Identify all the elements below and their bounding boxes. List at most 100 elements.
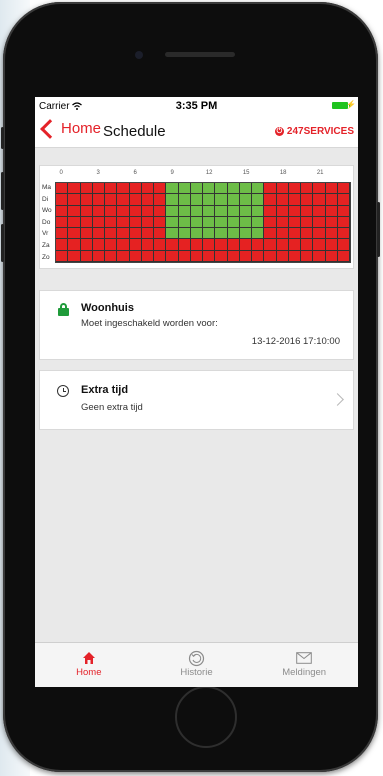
schedule-cell[interactable] bbox=[215, 250, 228, 262]
schedule-cell[interactable] bbox=[288, 183, 301, 195]
schedule-cell[interactable] bbox=[288, 216, 301, 229]
schedule-cell[interactable] bbox=[178, 228, 191, 240]
schedule-cell[interactable] bbox=[215, 205, 228, 217]
schedule-cell[interactable] bbox=[117, 194, 130, 206]
schedule-cell[interactable] bbox=[141, 228, 154, 240]
schedule-cell[interactable] bbox=[117, 216, 130, 229]
schedule-cell[interactable] bbox=[239, 194, 252, 206]
schedule-cell[interactable] bbox=[166, 228, 179, 240]
schedule-cell[interactable] bbox=[129, 250, 142, 262]
schedule-cell[interactable] bbox=[252, 205, 265, 217]
schedule-cell[interactable] bbox=[203, 216, 216, 229]
schedule-cell[interactable] bbox=[190, 183, 203, 195]
schedule-cell[interactable] bbox=[252, 183, 265, 195]
schedule-cell[interactable] bbox=[166, 216, 179, 229]
schedule-cell[interactable] bbox=[56, 239, 69, 251]
schedule-cell[interactable] bbox=[105, 228, 118, 240]
schedule-cell[interactable] bbox=[227, 250, 240, 262]
schedule-cell[interactable] bbox=[337, 205, 350, 217]
schedule-cell[interactable] bbox=[239, 239, 252, 251]
schedule-cell[interactable] bbox=[178, 216, 191, 229]
schedule-cell[interactable] bbox=[68, 183, 81, 195]
schedule-cell[interactable] bbox=[276, 216, 289, 229]
schedule-cell[interactable] bbox=[313, 194, 326, 206]
schedule-cell[interactable] bbox=[56, 183, 69, 195]
schedule-cell[interactable] bbox=[301, 194, 314, 206]
schedule-cell[interactable] bbox=[264, 194, 277, 206]
schedule-cell[interactable] bbox=[68, 216, 81, 229]
schedule-cell[interactable] bbox=[154, 205, 167, 217]
schedule-cell[interactable] bbox=[227, 239, 240, 251]
schedule-cell[interactable] bbox=[301, 205, 314, 217]
schedule-cell[interactable] bbox=[105, 216, 118, 229]
schedule-cell[interactable] bbox=[325, 205, 338, 217]
schedule-cell[interactable] bbox=[117, 183, 130, 195]
schedule-cell[interactable] bbox=[301, 228, 314, 240]
schedule-cell[interactable] bbox=[264, 228, 277, 240]
schedule-cell[interactable] bbox=[239, 216, 252, 229]
schedule-cell[interactable] bbox=[154, 228, 167, 240]
schedule-cell[interactable] bbox=[227, 216, 240, 229]
schedule-cell[interactable] bbox=[56, 216, 69, 229]
tab-historie[interactable]: Historie bbox=[143, 643, 251, 687]
schedule-cell[interactable] bbox=[325, 239, 338, 251]
schedule-cell[interactable] bbox=[227, 194, 240, 206]
schedule-cell[interactable] bbox=[178, 194, 191, 206]
schedule-cell[interactable] bbox=[227, 228, 240, 240]
tab-meldingen[interactable]: Meldingen bbox=[250, 643, 358, 687]
extra-time-row[interactable]: Extra tijd Geen extra tijd bbox=[39, 370, 354, 430]
schedule-cell[interactable] bbox=[203, 239, 216, 251]
schedule-cell[interactable] bbox=[105, 239, 118, 251]
schedule-cell[interactable] bbox=[68, 205, 81, 217]
schedule-cell[interactable] bbox=[325, 250, 338, 262]
schedule-cell[interactable] bbox=[313, 205, 326, 217]
schedule-cell[interactable] bbox=[276, 183, 289, 195]
schedule-cell[interactable] bbox=[154, 239, 167, 251]
schedule-cell[interactable] bbox=[203, 205, 216, 217]
schedule-cell[interactable] bbox=[117, 205, 130, 217]
schedule-cell[interactable] bbox=[141, 205, 154, 217]
schedule-cell[interactable] bbox=[264, 239, 277, 251]
schedule-cell[interactable] bbox=[166, 205, 179, 217]
schedule-cell[interactable] bbox=[141, 239, 154, 251]
schedule-cell[interactable] bbox=[227, 183, 240, 195]
schedule-cell[interactable] bbox=[313, 183, 326, 195]
schedule-cell[interactable] bbox=[288, 194, 301, 206]
schedule-cell[interactable] bbox=[252, 239, 265, 251]
schedule-cell[interactable] bbox=[166, 194, 179, 206]
schedule-cell[interactable] bbox=[117, 239, 130, 251]
schedule-cell[interactable] bbox=[301, 250, 314, 262]
schedule-cell[interactable] bbox=[56, 250, 69, 262]
schedule-cell[interactable] bbox=[337, 228, 350, 240]
schedule-cell[interactable] bbox=[105, 183, 118, 195]
schedule-cell[interactable] bbox=[154, 183, 167, 195]
schedule-cell[interactable] bbox=[203, 250, 216, 262]
schedule-cell[interactable] bbox=[117, 228, 130, 240]
schedule-cell[interactable] bbox=[80, 250, 93, 262]
schedule-cell[interactable] bbox=[252, 228, 265, 240]
schedule-cell[interactable] bbox=[141, 194, 154, 206]
schedule-cell[interactable] bbox=[288, 239, 301, 251]
schedule-cell[interactable] bbox=[105, 250, 118, 262]
back-button[interactable]: Home bbox=[39, 118, 101, 139]
schedule-cell[interactable] bbox=[129, 228, 142, 240]
schedule-cell[interactable] bbox=[166, 250, 179, 262]
schedule-cell[interactable] bbox=[276, 239, 289, 251]
schedule-cell[interactable] bbox=[313, 239, 326, 251]
schedule-cell[interactable] bbox=[337, 239, 350, 251]
schedule-cell[interactable] bbox=[92, 216, 105, 229]
schedule-cell[interactable] bbox=[215, 228, 228, 240]
schedule-cell[interactable] bbox=[80, 216, 93, 229]
schedule-cell[interactable] bbox=[141, 216, 154, 229]
schedule-cell[interactable] bbox=[190, 205, 203, 217]
schedule-cell[interactable] bbox=[80, 205, 93, 217]
schedule-cell[interactable] bbox=[313, 228, 326, 240]
schedule-cell[interactable] bbox=[215, 216, 228, 229]
schedule-cell[interactable] bbox=[325, 194, 338, 206]
schedule-cell[interactable] bbox=[325, 183, 338, 195]
schedule-cell[interactable] bbox=[129, 183, 142, 195]
schedule-cell[interactable] bbox=[129, 194, 142, 206]
schedule-cell[interactable] bbox=[325, 216, 338, 229]
location-card[interactable]: Woonhuis Moet ingeschakeld worden voor: … bbox=[39, 290, 354, 360]
schedule-cell[interactable] bbox=[68, 228, 81, 240]
